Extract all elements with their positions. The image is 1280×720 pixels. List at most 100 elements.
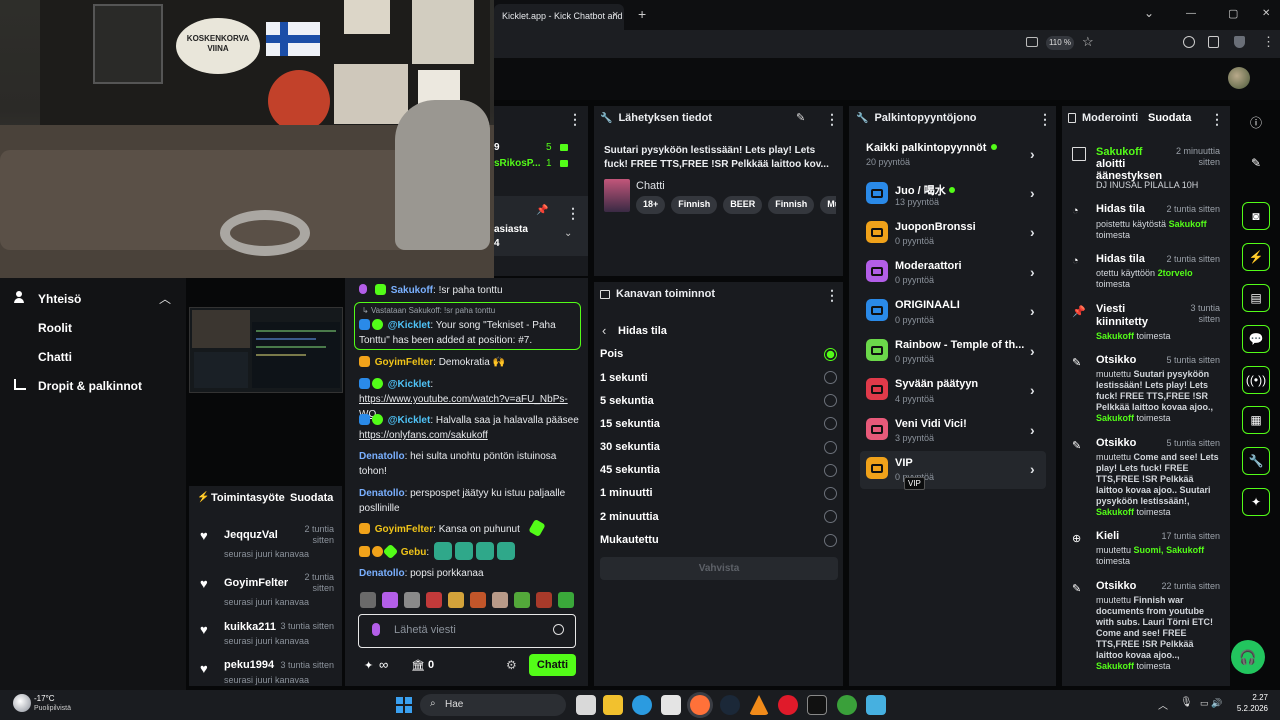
- panel-menu-icon[interactable]: ⋮: [825, 288, 839, 302]
- radio[interactable]: [824, 510, 837, 523]
- expand-chevron-icon[interactable]: ⌄: [564, 228, 572, 239]
- radio[interactable]: [824, 441, 837, 454]
- chevron-right-icon[interactable]: ›: [1030, 303, 1035, 319]
- radio[interactable]: [824, 534, 837, 547]
- profile-icon[interactable]: [1183, 36, 1195, 48]
- chevron-right-icon[interactable]: ›: [1030, 146, 1035, 162]
- layout-icon[interactable]: ▦: [1242, 406, 1270, 434]
- activity-user[interactable]: JeqquzVal: [224, 529, 278, 541]
- radio[interactable]: [824, 417, 837, 430]
- emote-icon[interactable]: [492, 592, 508, 608]
- slow-option[interactable]: 1 minuutti: [600, 487, 653, 499]
- file-explorer-icon[interactable]: [603, 695, 623, 715]
- terminal-icon[interactable]: [807, 695, 827, 715]
- pinned-menu-icon[interactable]: ⋮: [566, 206, 580, 220]
- slow-option[interactable]: 2 minuuttia: [600, 511, 659, 523]
- mic-tray-icon[interactable]: 🎙: [1180, 697, 1193, 708]
- opera-icon[interactable]: [778, 695, 798, 715]
- slow-option[interactable]: 1 sekunti: [600, 372, 648, 384]
- activity-user[interactable]: peku1994: [224, 659, 274, 671]
- new-tab-button[interactable]: +: [638, 6, 646, 22]
- reward-name[interactable]: JuoponBronssi: [895, 221, 976, 233]
- clock-time[interactable]: 2.27: [1238, 693, 1268, 702]
- panel-menu-icon[interactable]: ⋮: [1038, 112, 1052, 126]
- tag[interactable]: BEER: [723, 196, 763, 214]
- chat-username[interactable]: Denatollo: [359, 568, 405, 579]
- info-icon[interactable]: ⓘ: [1242, 108, 1270, 136]
- reward-name[interactable]: Moderaattori: [895, 260, 962, 272]
- close-window-button[interactable]: ✕: [1262, 8, 1270, 19]
- user-avatar[interactable]: [1228, 67, 1250, 89]
- chat-username[interactable]: Denatollo: [359, 488, 405, 499]
- chat-username[interactable]: @Kicklet: [388, 379, 431, 390]
- chat-username[interactable]: GoyimFelter: [375, 357, 433, 368]
- chat-username[interactable]: Sakukoff: [391, 285, 433, 296]
- zoom-badge[interactable]: 110 %: [1046, 36, 1074, 50]
- nav-roles[interactable]: Roolit: [38, 321, 72, 335]
- chat-username[interactable]: GoyimFelter: [375, 524, 433, 535]
- chat-icon[interactable]: 💬: [1242, 325, 1270, 353]
- reward-name[interactable]: Juo / 喝水: [895, 182, 955, 198]
- nav-drops-rewards[interactable]: Dropit & palkinnot: [38, 379, 142, 393]
- wrench-icon[interactable]: 🔧: [1242, 447, 1270, 475]
- steam-icon[interactable]: [720, 695, 740, 715]
- browser-tab[interactable]: Kicklet.app - Kick Chatbot and C: [494, 4, 624, 30]
- slow-mode-back[interactable]: Hidas tila: [618, 325, 667, 337]
- community-section-title[interactable]: Yhteisö: [38, 292, 81, 306]
- weather-icon[interactable]: [13, 694, 31, 712]
- slow-option[interactable]: 15 sekuntia: [600, 418, 660, 430]
- points-icon[interactable]: ✦: [364, 659, 373, 672]
- clock-date[interactable]: 5.2.2026: [1228, 704, 1268, 713]
- tag[interactable]: Finnish: [768, 196, 815, 214]
- chevron-right-icon[interactable]: ›: [1030, 185, 1035, 201]
- tag[interactable]: Mu: [820, 196, 836, 214]
- chevron-right-icon[interactable]: ›: [1030, 343, 1035, 359]
- activity-filter-button[interactable]: Suodata: [290, 492, 333, 504]
- chat-link[interactable]: https://onlyfans.com/sakukoff: [359, 430, 488, 441]
- confirm-button[interactable]: Vahvista: [600, 557, 838, 580]
- network-volume-icons[interactable]: ▭ 🔊: [1200, 698, 1228, 710]
- chat-username[interactable]: Denatollo: [359, 451, 405, 462]
- chat-username[interactable]: @Kicklet: [388, 320, 431, 331]
- minimize-button[interactable]: —: [1186, 8, 1196, 19]
- send-chat-button[interactable]: Chatti: [529, 654, 576, 676]
- moderation-filter-button[interactable]: Suodata: [1148, 112, 1191, 124]
- panel-menu-icon[interactable]: ⋮: [1210, 112, 1224, 126]
- shield-icon[interactable]: [1234, 36, 1245, 48]
- emote-icon[interactable]: [536, 592, 552, 608]
- all-rewards-name[interactable]: Kaikki palkintopyynnöt: [866, 142, 998, 154]
- emote-icon[interactable]: [448, 592, 464, 608]
- slow-option[interactable]: Pois: [600, 348, 623, 360]
- emote-icon[interactable]: [382, 592, 398, 608]
- camera-icon[interactable]: ◙: [1242, 202, 1270, 230]
- edit-icon[interactable]: ✎: [1242, 149, 1270, 177]
- tag[interactable]: 18+: [636, 196, 666, 214]
- radio[interactable]: [824, 371, 837, 384]
- radio-selected[interactable]: [824, 348, 837, 361]
- store-icon[interactable]: [661, 695, 681, 715]
- chevron-right-icon[interactable]: ›: [1030, 461, 1035, 477]
- chevron-right-icon[interactable]: ›: [1030, 264, 1035, 280]
- panel-menu-icon[interactable]: ⋮: [568, 112, 582, 126]
- chevron-right-icon[interactable]: ›: [1030, 422, 1035, 438]
- firefox-icon[interactable]: [690, 695, 710, 715]
- maximize-button[interactable]: ▢: [1228, 7, 1238, 20]
- edge-icon[interactable]: [632, 695, 652, 715]
- notepad-icon[interactable]: [866, 695, 886, 715]
- back-chevron-icon[interactable]: ‹: [602, 323, 606, 338]
- screen-cast-icon[interactable]: [1026, 37, 1038, 47]
- slow-option[interactable]: 30 sekuntia: [600, 441, 660, 453]
- start-icon[interactable]: [396, 697, 412, 713]
- emote-icon[interactable]: [514, 592, 530, 608]
- chevron-right-icon[interactable]: ›: [1030, 224, 1035, 240]
- radio[interactable]: [824, 464, 837, 477]
- emote-icon[interactable]: [426, 592, 442, 608]
- broadcast-icon[interactable]: ((•)): [1242, 366, 1270, 394]
- slow-option[interactable]: Mukautettu: [600, 534, 659, 546]
- emote-icon[interactable]: [404, 592, 420, 608]
- panel-menu-icon[interactable]: ⋮: [825, 112, 839, 126]
- task-view-icon[interactable]: [576, 695, 596, 715]
- chat-input-box[interactable]: [358, 614, 576, 648]
- tag[interactable]: Finnish: [671, 196, 718, 214]
- weather-temp[interactable]: -17°C: [34, 694, 55, 703]
